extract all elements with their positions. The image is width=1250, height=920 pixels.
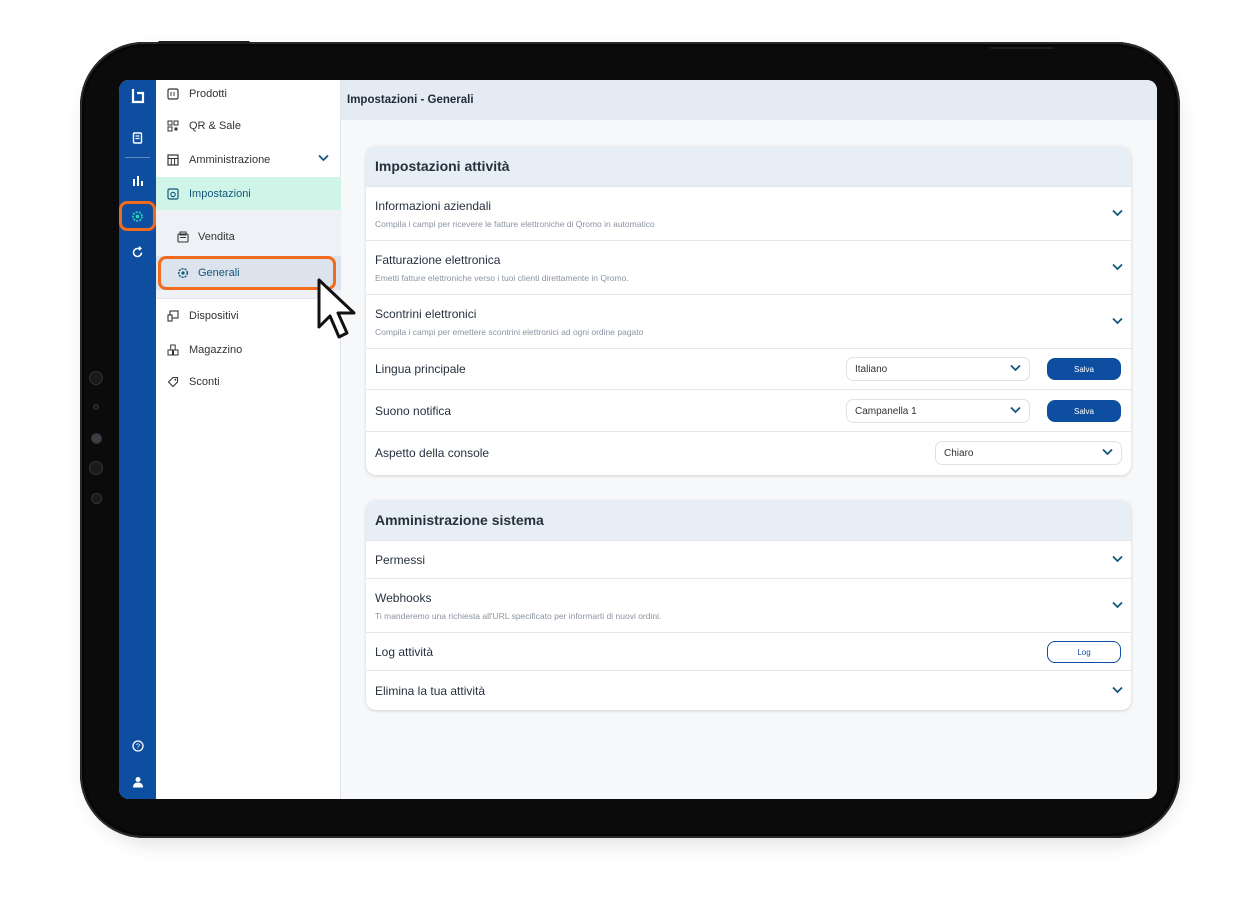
chevron-down-icon[interactable] <box>1112 208 1123 220</box>
nav-item-qr-sale[interactable]: QR & Sale <box>156 110 341 142</box>
highlight-nav-generali <box>158 256 336 290</box>
camera-dot <box>90 372 102 384</box>
tag-icon <box>166 375 180 389</box>
row-title: Elimina la tua attività <box>375 683 486 698</box>
business-settings-card: Impostazioni attività Informazioni azien… <box>366 146 1131 475</box>
chevron-down-icon <box>1010 405 1021 417</box>
user-icon[interactable] <box>119 770 156 794</box>
chevron-down-icon[interactable] <box>1112 316 1123 328</box>
nav-subitem-label: Vendita <box>198 231 235 243</box>
row-title: Aspetto della console <box>375 446 490 460</box>
chevron-down-icon[interactable] <box>1112 262 1123 274</box>
receipt-icon[interactable] <box>119 126 156 150</box>
nav-item-label: Amministrazione <box>189 154 271 166</box>
chevron-down-icon <box>318 153 329 165</box>
row-e-receipts[interactable]: Scontrini elettronici Compila i campi pe… <box>366 294 1131 348</box>
row-webhooks[interactable]: Webhooks Ti manderemo una richiesta all'… <box>366 578 1131 632</box>
chevron-down-icon <box>1102 447 1113 459</box>
row-console-appearance: Aspetto della console Chiaro <box>366 431 1131 474</box>
menu-book-icon <box>166 87 180 101</box>
settings-nav: Prodotti QR & Sale Amministrazione Impos… <box>156 80 341 799</box>
nav-item-dispositivi[interactable]: Dispositivi <box>156 300 341 332</box>
nav-divider <box>156 298 341 299</box>
logo-icon[interactable] <box>119 84 156 108</box>
flash-dot <box>90 462 102 474</box>
save-language-button[interactable]: Salva <box>1047 358 1121 380</box>
help-icon[interactable]: ? <box>119 734 156 758</box>
mic-dot <box>92 494 101 503</box>
appearance-select[interactable]: Chiaro <box>935 441 1122 465</box>
nav-item-amministrazione[interactable]: Amministrazione <box>156 144 341 176</box>
mouse-cursor-icon <box>317 278 356 339</box>
select-value: Chiaro <box>944 447 974 459</box>
nav-item-label: Impostazioni <box>189 187 251 200</box>
row-subtitle: Emetti fatture elettroniche verso i tuoi… <box>375 273 629 283</box>
row-title: Lingua principale <box>375 362 466 376</box>
card-title: Impostazioni attività <box>366 146 1131 186</box>
row-subtitle: Compila i campi per emettere scontrini e… <box>375 327 644 337</box>
qr-icon <box>166 119 180 133</box>
highlight-rail-settings <box>119 201 156 231</box>
row-business-info[interactable]: Informazioni aziendali Compila i campi p… <box>366 186 1131 240</box>
row-e-invoicing[interactable]: Fatturazione elettronica Emetti fatture … <box>366 240 1131 294</box>
row-delete-business[interactable]: Elimina la tua attività <box>366 670 1131 710</box>
row-title: Log attività <box>375 644 434 659</box>
row-permissions[interactable]: Permessi <box>366 540 1131 578</box>
nav-item-magazzino[interactable]: Magazzino <box>156 334 341 366</box>
nav-item-label: Sconti <box>189 376 220 388</box>
nav-item-sconti[interactable]: Sconti <box>156 366 341 398</box>
refresh-icon[interactable] <box>119 240 156 264</box>
nav-item-label: Dispositivi <box>189 310 239 322</box>
chevron-down-icon <box>1010 363 1021 375</box>
row-activity-log: Log attività Log <box>366 632 1131 670</box>
nav-subitem-vendita[interactable]: Vendita <box>156 220 341 254</box>
row-subtitle: Ti manderemo una richiesta all'URL speci… <box>375 611 662 621</box>
app-screen: ? Prodotti QR & Sale Amministrazione Imp… <box>119 80 1157 799</box>
nav-item-label: Prodotti <box>189 88 227 100</box>
page-title: Impostazioni - Generali <box>347 94 474 106</box>
camera-lens <box>92 434 101 443</box>
chart-icon[interactable] <box>119 168 156 192</box>
nav-item-prodotti[interactable]: Prodotti <box>156 80 341 108</box>
save-sound-button[interactable]: Salva <box>1047 400 1121 422</box>
chevron-down-icon[interactable] <box>1112 600 1123 612</box>
row-language: Lingua principale Italiano Salva <box>366 348 1131 389</box>
sound-select[interactable]: Campanella 1 <box>846 399 1030 423</box>
row-title: Webhooks <box>375 591 432 605</box>
icon-rail: ? <box>119 80 156 799</box>
tablet-top-button-right <box>990 47 1054 49</box>
row-title: Scontrini elettronici <box>375 307 477 321</box>
select-value: Campanella 1 <box>855 405 917 417</box>
nav-item-label: Magazzino <box>189 344 243 356</box>
card-title: Amministrazione sistema <box>366 500 1131 540</box>
svg-text:?: ? <box>135 742 139 751</box>
log-button[interactable]: Log <box>1047 641 1121 663</box>
settings-box-icon <box>166 187 180 201</box>
row-notification-sound: Suono notifica Campanella 1 Salva <box>366 389 1131 431</box>
row-title: Permessi <box>375 552 426 567</box>
tablet-top-button <box>158 41 250 44</box>
register-icon <box>176 230 190 244</box>
page-title-bar: Impostazioni - Generali <box>341 80 1157 120</box>
warehouse-icon <box>166 343 180 357</box>
rail-divider <box>125 157 150 158</box>
language-select[interactable]: Italiano <box>846 357 1030 381</box>
row-title: Suono notifica <box>375 403 452 418</box>
devices-icon <box>166 309 180 323</box>
row-title: Informazioni aziendali <box>375 199 492 213</box>
select-value: Italiano <box>855 363 888 375</box>
row-title: Fatturazione elettronica <box>375 253 501 267</box>
row-subtitle: Compila i campi per ricevere le fatture … <box>375 219 655 229</box>
chevron-down-icon[interactable] <box>1112 554 1123 566</box>
nav-item-label: QR & Sale <box>189 120 241 132</box>
system-admin-card: Amministrazione sistema Permessi Webhook… <box>366 500 1131 710</box>
sensor-dot <box>94 405 98 409</box>
calculator-icon <box>166 153 180 167</box>
chevron-down-icon[interactable] <box>1112 685 1123 697</box>
nav-item-impostazioni[interactable]: Impostazioni <box>156 177 341 210</box>
